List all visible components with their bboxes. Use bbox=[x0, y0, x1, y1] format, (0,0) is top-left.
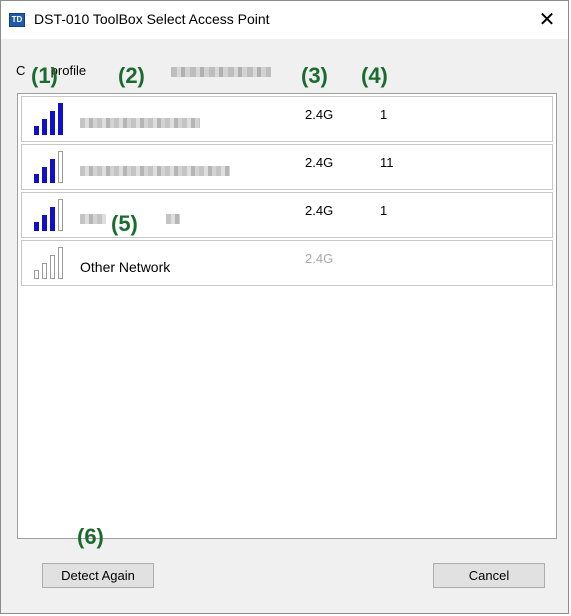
wifi-signal-4-icon bbox=[34, 101, 70, 135]
network-name-redacted bbox=[80, 166, 230, 176]
access-point-list[interactable]: 2.4G 1 2.4G 11 2.4G 1 Other Network 2.4G bbox=[17, 93, 557, 539]
network-name: Other Network bbox=[80, 259, 171, 275]
wifi-signal-0-icon bbox=[34, 245, 70, 279]
title-bar: TD DST-010 ToolBox Select Access Point ✕ bbox=[1, 1, 568, 39]
band: 2.4G bbox=[305, 107, 334, 122]
channel: 1 bbox=[380, 107, 388, 122]
channel: 1 bbox=[380, 203, 388, 218]
wifi-signal-3-icon bbox=[34, 197, 70, 231]
callout-6: (6) bbox=[77, 524, 104, 549]
network-row[interactable]: 2.4G 1 bbox=[21, 192, 553, 238]
network-row-other[interactable]: Other Network 2.4G bbox=[21, 240, 553, 286]
network-name-redacted bbox=[80, 118, 200, 128]
callout-1: (1) bbox=[31, 63, 58, 88]
cancel-button[interactable]: Cancel bbox=[433, 563, 545, 588]
band: 2.4G bbox=[305, 251, 334, 266]
channel: 11 bbox=[380, 155, 394, 170]
network-row[interactable]: 2.4G 11 bbox=[21, 144, 553, 190]
band: 2.4G bbox=[305, 203, 334, 218]
wifi-signal-3-icon bbox=[34, 149, 70, 183]
network-name-redacted bbox=[166, 214, 180, 224]
callout-4: (4) bbox=[361, 63, 388, 88]
app-icon: TD bbox=[9, 13, 25, 27]
close-icon[interactable]: ✕ bbox=[532, 5, 562, 35]
detect-again-button[interactable]: Detect Again bbox=[42, 563, 154, 588]
callout-2: (2) bbox=[118, 63, 145, 88]
network-row[interactable]: 2.4G 1 bbox=[21, 96, 553, 142]
network-name-redacted bbox=[80, 214, 106, 224]
callout-5: (5) bbox=[111, 211, 138, 236]
profile-value-redacted bbox=[171, 67, 271, 77]
callout-3: (3) bbox=[301, 63, 328, 88]
band: 2.4G bbox=[305, 155, 334, 170]
window-title: DST-010 ToolBox Select Access Point bbox=[34, 11, 270, 27]
select-access-point-window: TD DST-010 ToolBox Select Access Point ✕… bbox=[0, 0, 569, 614]
